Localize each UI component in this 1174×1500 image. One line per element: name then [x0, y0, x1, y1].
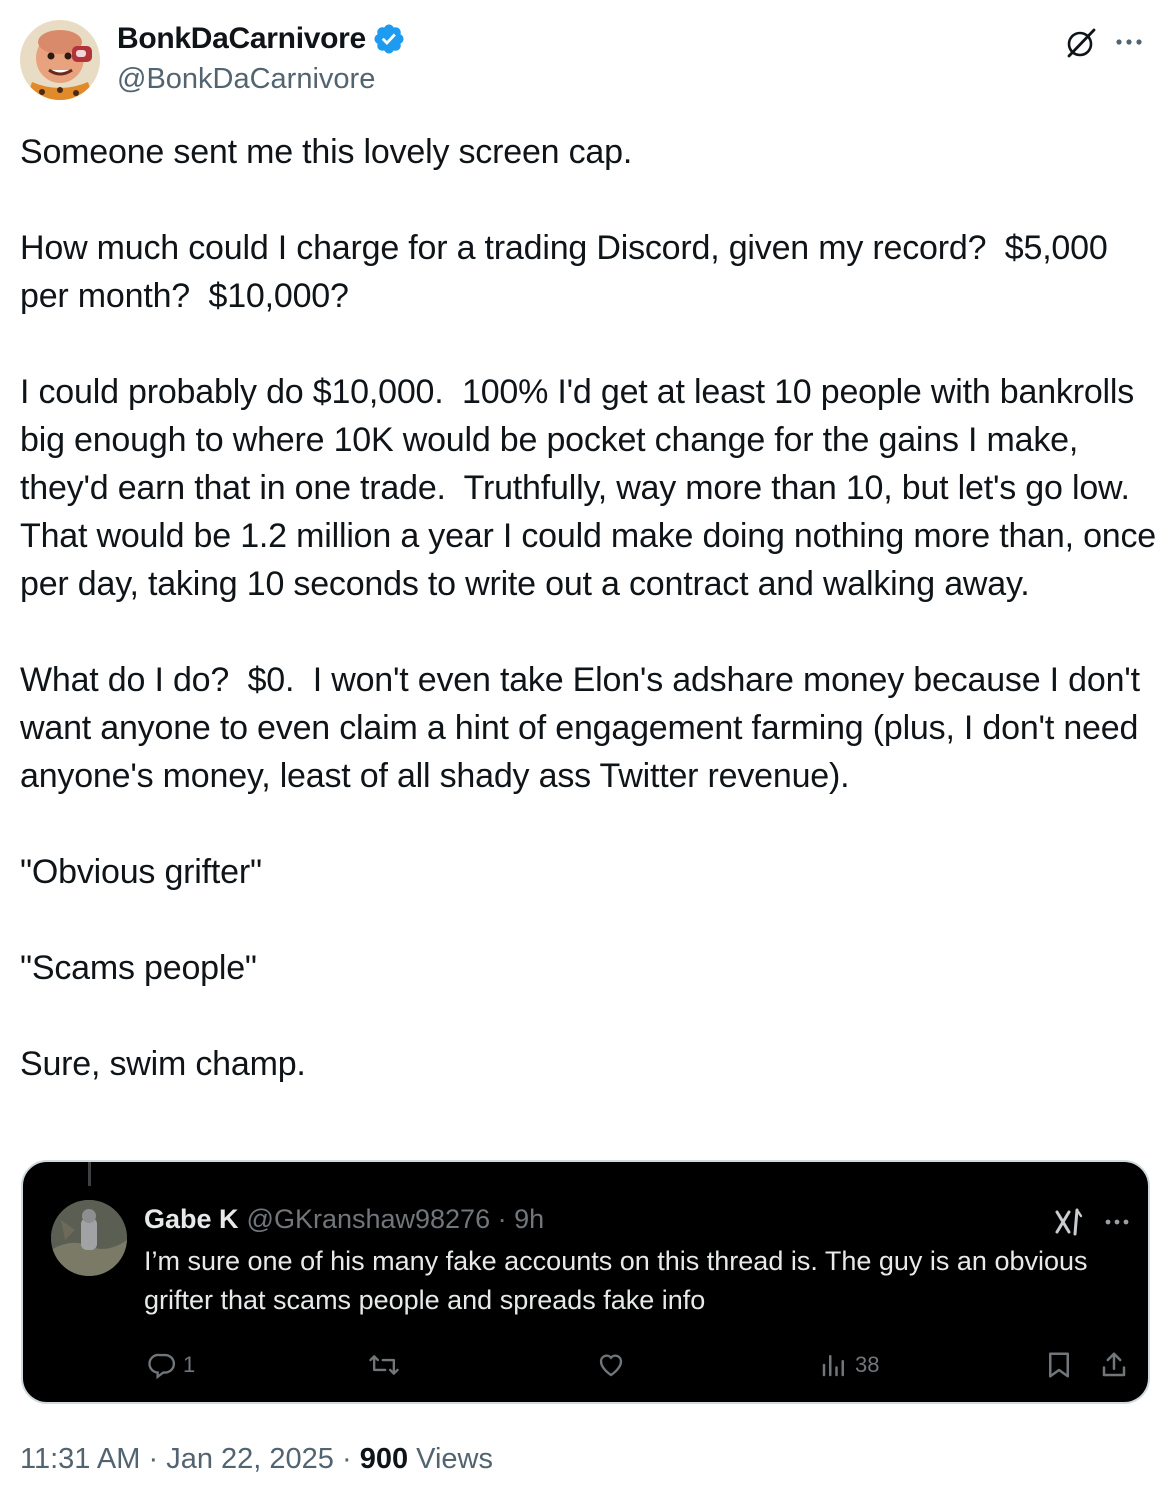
- embed-more-icon: [1101, 1212, 1133, 1232]
- avatar-image: [20, 20, 100, 100]
- embed-avatar: [51, 1200, 127, 1276]
- x-grok-icon: [1053, 1206, 1087, 1238]
- views-label[interactable]: Views: [416, 1443, 493, 1475]
- author-name[interactable]: BonkDaCarnivore: [117, 22, 366, 56]
- heart-icon: [599, 1354, 623, 1377]
- tweet-paragraph: Someone sent me this lovely screen cap.: [20, 133, 633, 171]
- attached-image[interactable]: Gabe K @GKranshaw98276 · 9h I’m sure one …: [21, 1160, 1150, 1404]
- embed-views: 38: [819, 1350, 879, 1380]
- tweet-paragraph: "Obvious grifter": [20, 853, 262, 891]
- retweet-icon: [369, 1355, 399, 1375]
- tweet-paragraph: "Scams people": [20, 949, 257, 987]
- embed-author-name: Gabe K: [144, 1204, 239, 1234]
- reply-icon: [148, 1353, 176, 1380]
- author-name-row[interactable]: BonkDaCarnivore: [117, 22, 406, 56]
- author-avatar[interactable]: [20, 20, 100, 100]
- tweet-time[interactable]: 11:31 AM: [20, 1443, 140, 1475]
- embed-time: 9h: [514, 1204, 545, 1234]
- embed-meta: Gabe K @GKranshaw98276 · 9h: [144, 1204, 544, 1235]
- tweet-text: Someone sent me this lovely screen cap. …: [20, 128, 1160, 1088]
- grok-icon[interactable]: [1064, 26, 1098, 60]
- more-icon[interactable]: [1112, 30, 1146, 54]
- author-handle[interactable]: @BonkDaCarnivore: [117, 63, 375, 96]
- share-icon: [1102, 1352, 1126, 1377]
- tweet-date[interactable]: Jan 22, 2025: [166, 1443, 334, 1475]
- verified-badge-icon[interactable]: [372, 22, 406, 56]
- views-count[interactable]: 900: [360, 1443, 408, 1475]
- embed-like: [596, 1350, 626, 1380]
- embed-reply: 1: [147, 1350, 195, 1380]
- tweet-paragraph: What do I do? $0. I won't even take Elon…: [20, 661, 1150, 795]
- footer-separator: ·: [341, 1443, 352, 1475]
- bookmark-icon: [1049, 1352, 1069, 1378]
- tweet-paragraph: I could probably do $10,000. 100% I'd ge…: [20, 373, 1166, 603]
- embed-tweet-text: I’m sure one of his many fake accounts o…: [144, 1246, 1088, 1315]
- tweet-paragraph: Sure, swim champ.: [20, 1045, 306, 1083]
- views-icon: [822, 1355, 844, 1377]
- tweet: BonkDaCarnivore @BonkDaCarnivore Someone…: [0, 0, 1174, 1500]
- tweet-paragraph: How much could I charge for a trading Di…: [20, 229, 1117, 315]
- embed-separator: ·: [497, 1204, 507, 1234]
- embed-share: [1099, 1350, 1129, 1380]
- embed-author-handle: @GKranshaw98276: [246, 1204, 491, 1234]
- embed-bookmark: [1045, 1350, 1073, 1380]
- embed-reply-count: 1: [183, 1352, 196, 1377]
- footer-separator: ·: [148, 1443, 159, 1475]
- embed-views-count: 38: [855, 1352, 880, 1377]
- timestamp-row: 11:31 AM · Jan 22, 2025 · 900 Views: [20, 1443, 493, 1476]
- embed-retweet: [368, 1350, 400, 1380]
- thread-line: [88, 1162, 91, 1186]
